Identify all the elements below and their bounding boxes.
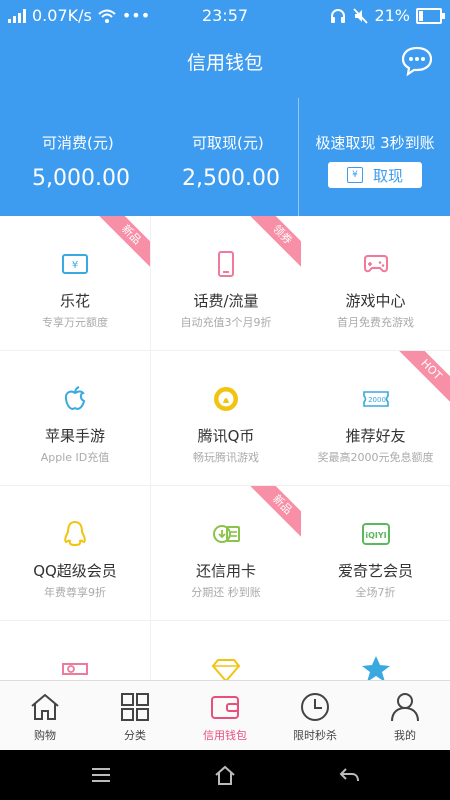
withdraw-label: 取现	[372, 166, 403, 185]
grid-item-title: QQ超级会员	[33, 562, 117, 580]
coin-icon	[214, 387, 238, 411]
consumable-label: 可消费(元)	[42, 134, 114, 152]
chat-button[interactable]	[400, 44, 434, 78]
svg-text:iQIYI: iQIYI	[365, 531, 386, 540]
menu-icon[interactable]	[90, 764, 112, 786]
svg-text:2000: 2000	[368, 396, 386, 404]
tab-label: 信用钱包	[203, 729, 247, 742]
wallet-icon	[211, 696, 239, 719]
home-nav-icon[interactable]	[214, 764, 236, 786]
voucher-icon: 2000	[362, 391, 389, 407]
category-icon	[121, 693, 149, 721]
grid-item-subtitle: 专享万元额度	[42, 316, 108, 329]
grid-item-title: 游戏中心	[345, 292, 406, 310]
grid-item-star[interactable]	[301, 621, 450, 680]
star-icon	[361, 656, 390, 680]
grid-item-apple[interactable]: 苹果手游 Apple ID充值	[0, 351, 150, 485]
system-nav-bar	[0, 750, 450, 800]
penguin-icon	[64, 520, 86, 547]
card-icon: ¥	[62, 254, 88, 274]
battery-icon	[416, 7, 445, 24]
grid-item-subtitle: 自动充值3个月9折	[180, 316, 272, 329]
wallet-summary: 可消费(元) 5,000.00 可取现(元) 2,500.00 极速取现 3秒到…	[0, 92, 450, 216]
tab-category[interactable]: 分类	[90, 681, 180, 751]
promo-text: 极速取现 3秒到账	[315, 134, 435, 152]
ticket-icon	[62, 663, 88, 675]
grid-item-subtitle: 全场7折	[355, 586, 396, 599]
status-right: 21%	[330, 6, 445, 25]
tab-label: 限时秒杀	[293, 729, 337, 742]
grid-item-subtitle: Apple ID充值	[40, 451, 110, 464]
clock-icon	[301, 693, 329, 721]
user-icon	[391, 693, 419, 722]
app-header: 信用钱包	[0, 32, 450, 92]
grid-item-card[interactable]: ¥ 乐花专享万元额度 新品	[0, 216, 150, 350]
grid-item-title: 乐花	[59, 292, 90, 310]
grid-item-subtitle: 畅玩腾讯游戏	[193, 451, 259, 464]
corner-badge: 领券	[243, 216, 301, 274]
battery-percent: 21%	[374, 6, 410, 25]
headset-icon	[331, 8, 346, 23]
wallet-divider	[298, 98, 299, 216]
grid-item-title: 腾讯Q币	[197, 427, 255, 445]
grid-item-voucher[interactable]: 2000 推荐好友奖最高2000元免息额度 HOT	[301, 351, 450, 485]
grid-item-title: 苹果手游	[44, 427, 105, 445]
tab-label: 我的	[394, 729, 416, 742]
tab-flash-sale[interactable]: 限时秒杀	[270, 681, 360, 751]
service-grid: ¥ 乐花 专享万元额度 新品 话费/流量 自动充值3个月9折 领券 游戏中心 首月免费充游戏 苹果…	[0, 216, 450, 680]
grid-item-title: 推荐好友	[345, 427, 406, 445]
grid-item-title: 爱奇艺会员	[337, 562, 413, 580]
grid-item-ticket[interactable]	[0, 621, 150, 680]
grid-item-subtitle: 奖最高2000元免息额度	[317, 451, 434, 464]
back-icon[interactable]	[338, 764, 360, 786]
creditcard-icon	[213, 525, 240, 543]
tab-credit-wallet[interactable]: 信用钱包	[180, 681, 270, 751]
tab-shopping[interactable]: 购物	[0, 681, 90, 751]
mute-icon	[353, 7, 369, 24]
grid-item-phone[interactable]: 话费/流量自动充值3个月9折 领券	[151, 216, 301, 350]
svg-text:¥: ¥	[72, 260, 78, 271]
bottom-tab-bar: 购物 分类 信用钱包 限时秒杀 我的	[0, 680, 450, 751]
tab-label: 分类	[124, 729, 146, 742]
tab-mine[interactable]: 我的	[360, 681, 450, 751]
grid-item-coin[interactable]: 腾讯Q币畅玩腾讯游戏	[151, 351, 301, 485]
home-icon	[31, 693, 59, 720]
grid-item-subtitle: 年费尊享9折	[44, 586, 106, 599]
consumable-value: 5,000.00	[32, 166, 130, 191]
grid-item-penguin[interactable]: QQ超级会员年费尊享9折	[0, 486, 150, 620]
status-bar: 0.07K/s ••• 23:57 21%	[0, 0, 450, 32]
grid-item-iqiyi[interactable]: iQIYI 爱奇艺会员全场7折	[301, 486, 450, 620]
chat-icon	[401, 46, 433, 77]
grid-item-gamepad[interactable]: 游戏中心首月免费充游戏	[301, 216, 450, 350]
tab-label: 购物	[34, 729, 56, 742]
gamepad-icon	[363, 255, 388, 273]
grid-item-subtitle: 首月免费充游戏	[337, 316, 414, 329]
corner-badge: HOT	[392, 351, 450, 409]
apple-icon	[64, 386, 86, 410]
grid-item-title: 话费/流量	[193, 292, 259, 310]
withdraw-button[interactable]: ¥ 取现	[328, 162, 422, 188]
grid-item-creditcard[interactable]: 还信用卡分期还 秒到账 新品	[151, 486, 301, 620]
grid-item-diamond[interactable]	[151, 621, 301, 680]
page-title: 信用钱包	[186, 52, 263, 74]
grid-item-title: 还信用卡	[195, 562, 256, 580]
phone-icon	[218, 251, 234, 277]
withdrawable-value: 2,500.00	[182, 166, 280, 191]
iqiyi-icon: iQIYI	[361, 523, 390, 545]
withdrawable-label: 可取现(元)	[192, 134, 264, 152]
grid-item-subtitle: 分期还 秒到账	[191, 586, 261, 599]
yen-icon: ¥	[346, 167, 363, 183]
diamond-icon	[211, 659, 241, 680]
corner-badge: 新品	[243, 486, 301, 544]
corner-badge: 新品	[92, 216, 150, 274]
